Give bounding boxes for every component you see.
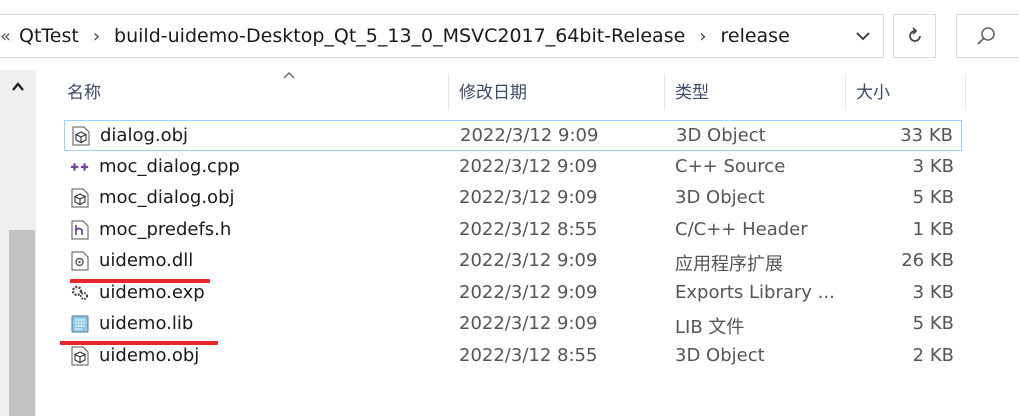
column-header-name[interactable]: 名称	[67, 70, 447, 110]
column-header-type[interactable]: 类型	[675, 70, 845, 110]
column-divider[interactable]	[448, 74, 449, 110]
column-header-size[interactable]: 大小	[856, 70, 966, 110]
file-date: 2022/3/12 9:09	[459, 187, 598, 208]
file-size: 5 KB	[912, 187, 954, 208]
search-box[interactable]	[956, 14, 1019, 58]
file-name: uidemo.dll	[99, 250, 194, 271]
file-type: 3D Object	[675, 187, 765, 208]
file-type: C++ Source	[675, 155, 786, 177]
file-date: 2022/3/12 8:55	[459, 218, 598, 240]
breadcrumb-item-release[interactable]: release	[720, 25, 789, 47]
column-divider[interactable]	[845, 74, 846, 110]
column-divider[interactable]	[664, 74, 665, 110]
file-name: moc_dialog.cpp	[99, 155, 240, 177]
file-name: uidemo.lib	[99, 313, 194, 334]
address-bar-area: « QtTest › build-uidemo-Desktop_Qt_5_13_…	[0, 0, 1019, 70]
file-size: 26 KB	[901, 250, 954, 271]
file-row[interactable]: uidemo.lib 2022/3/12 9:09 LIB 文件 5 KB	[64, 309, 962, 340]
breadcrumb-chevron-icon[interactable]: ›	[93, 26, 100, 47]
file-date: 2022/3/12 9:09	[459, 250, 598, 271]
file-type: LIB 文件	[675, 317, 745, 338]
exports-library-icon	[70, 283, 90, 303]
file-name: moc_dialog.obj	[99, 187, 235, 208]
file-size: 5 KB	[912, 313, 954, 334]
file-name: uidemo.obj	[99, 344, 200, 366]
file-row[interactable]: moc_dialog.obj 2022/3/12 9:09 3D Object …	[64, 183, 962, 214]
3d-object-file-icon	[70, 188, 90, 208]
file-row[interactable]: uidemo.dll 2022/3/12 9:09 应用程序扩展 26 KB	[64, 246, 962, 277]
file-date: 2022/3/12 8:55	[459, 344, 598, 366]
file-date: 2022/3/12 9:09	[459, 155, 598, 177]
column-divider[interactable]	[965, 74, 966, 110]
file-date: 2022/3/12 9:09	[460, 125, 599, 146]
3d-object-file-icon	[71, 126, 91, 146]
file-row[interactable]: moc_dialog.cpp 2022/3/12 9:09 C++ Source…	[64, 152, 962, 183]
breadcrumb-overflow[interactable]: «	[0, 26, 11, 47]
file-size: 3 KB	[912, 281, 954, 303]
vertical-scrollbar[interactable]	[0, 70, 36, 416]
file-row[interactable]: moc_predefs.h 2022/3/12 8:55 C/C++ Heade…	[64, 215, 962, 246]
file-type: C/C++ Header	[675, 218, 808, 240]
file-name: uidemo.exp	[99, 281, 205, 303]
chevron-down-icon[interactable]	[851, 24, 875, 48]
file-type: Exports Library ...	[675, 281, 835, 303]
scroll-up-icon[interactable]	[0, 70, 36, 104]
breadcrumb[interactable]: « QtTest › build-uidemo-Desktop_Qt_5_13_…	[0, 14, 884, 58]
annotation-underline-dll	[70, 279, 210, 283]
dll-file-icon	[70, 251, 90, 271]
file-date: 2022/3/12 9:09	[459, 281, 598, 303]
file-type: 3D Object	[675, 344, 765, 366]
annotation-underline-lib	[60, 341, 218, 345]
breadcrumb-chevron-icon[interactable]: ›	[699, 26, 706, 47]
column-header-row: 名称 修改日期 类型 大小	[36, 70, 966, 110]
breadcrumb-item-build[interactable]: build-uidemo-Desktop_Qt_5_13_0_MSVC2017_…	[114, 25, 685, 47]
header-file-icon	[70, 220, 90, 240]
file-row[interactable]: uidemo.obj 2022/3/12 8:55 3D Object 2 KB	[64, 341, 962, 372]
file-size: 33 KB	[900, 125, 953, 146]
file-date: 2022/3/12 9:09	[459, 313, 598, 334]
3d-object-file-icon	[70, 346, 90, 366]
file-size: 2 KB	[912, 344, 954, 366]
file-row[interactable]: dialog.obj 2022/3/12 9:09 3D Object 33 K…	[64, 120, 962, 151]
refresh-icon	[908, 27, 921, 42]
lib-file-icon	[70, 314, 90, 334]
refresh-button[interactable]	[893, 14, 936, 58]
file-type: 应用程序扩展	[675, 254, 783, 275]
file-size: 3 KB	[912, 155, 954, 177]
cpp-source-file-icon	[70, 157, 90, 177]
file-name: dialog.obj	[100, 125, 189, 146]
scrollbar-thumb[interactable]	[9, 230, 35, 416]
breadcrumb-item-qttest[interactable]: QtTest	[19, 25, 79, 47]
file-type: 3D Object	[676, 125, 766, 146]
file-name: moc_predefs.h	[99, 218, 232, 240]
search-icon	[977, 27, 995, 45]
column-header-date[interactable]: 修改日期	[459, 70, 664, 110]
file-size: 1 KB	[912, 218, 954, 240]
